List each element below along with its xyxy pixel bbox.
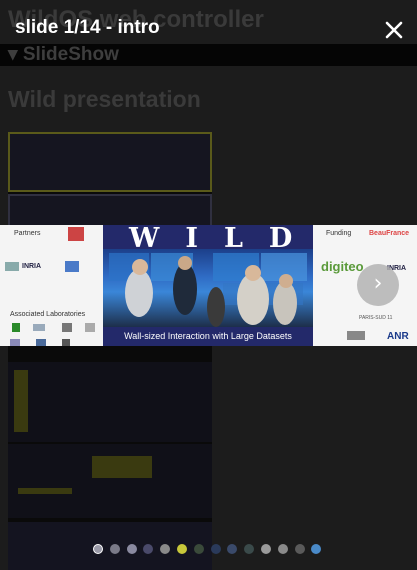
slide-caption: Wall-sized Interaction with Large Datase… <box>124 331 292 341</box>
slide-image: Partners INRIA Associated Laboratories W… <box>0 225 417 346</box>
slide-thumbnail[interactable] <box>8 132 212 192</box>
wall-display-photo <box>103 249 313 327</box>
pager-dot[interactable] <box>193 544 204 554</box>
slide-title: slide 1/14 - intro <box>15 17 160 38</box>
pager-dot[interactable] <box>93 544 103 554</box>
slideshow-section-header[interactable]: ▾ SlideShow <box>0 44 417 66</box>
paris-sud-logo: PARIS-SUD 11 <box>359 315 393 321</box>
pager-dot[interactable] <box>277 544 288 554</box>
pager-dot[interactable] <box>261 544 271 554</box>
pager-dot[interactable] <box>294 544 305 554</box>
slide-thumbnail[interactable] <box>8 362 212 442</box>
lab-logo <box>36 339 46 346</box>
partners-panel: Partners INRIA Associated Laboratories <box>0 225 103 346</box>
partner-logo <box>68 227 84 241</box>
close-icon <box>385 21 403 39</box>
close-button[interactable] <box>385 21 403 39</box>
anr-logo: ANR <box>387 331 409 342</box>
lab-logo <box>62 339 70 346</box>
pager-dot[interactable] <box>109 544 120 554</box>
lab-logo <box>12 323 20 332</box>
next-slide-button[interactable]: › <box>357 264 399 306</box>
slide-thumbnail[interactable] <box>8 444 212 518</box>
wild-title-panel: WILD Wall-sized Interaction with Large D… <box>103 225 313 346</box>
associated-labs-label: Associated Laboratories <box>10 311 86 318</box>
funding-logo <box>347 331 365 340</box>
lab-logo <box>33 324 45 331</box>
partner-logo <box>5 262 19 271</box>
funding-label: Funding <box>326 230 352 237</box>
inria-logo: INRIA <box>22 263 42 270</box>
pager-dot[interactable] <box>177 544 187 554</box>
lab-logo <box>85 323 95 332</box>
chevron-right-icon: › <box>373 271 383 296</box>
slide-thumbnail-list <box>8 132 212 570</box>
pager-dot[interactable] <box>126 544 137 554</box>
presentation-heading: Wild presentation <box>8 86 201 112</box>
lab-logo <box>10 339 20 346</box>
lab-logo <box>62 323 72 332</box>
beaufrance-logo: BeauFrance <box>369 230 410 237</box>
partner-logo <box>65 261 79 272</box>
partners-label: Partners <box>14 230 41 237</box>
people-at-wall-graphic <box>109 253 307 327</box>
pager-dot[interactable] <box>210 544 221 554</box>
